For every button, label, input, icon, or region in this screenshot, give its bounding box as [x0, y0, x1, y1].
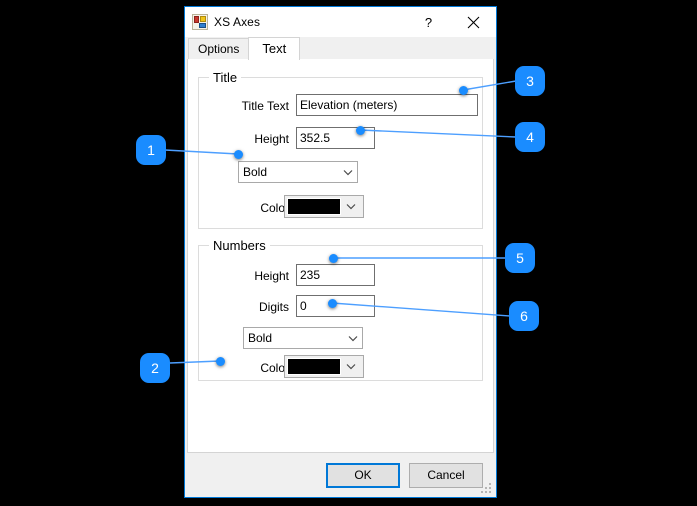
title-groupbox: Title Title Text Height Bold Color: [198, 70, 483, 229]
numbers-groupbox: Numbers Height Digits Bold Color: [198, 238, 483, 381]
tab-panel-text: Title Title Text Height Bold Color: [187, 58, 494, 453]
numbers-height-input[interactable]: [296, 264, 375, 286]
numbers-digits-input[interactable]: [296, 295, 375, 317]
form-window-icon: [192, 14, 208, 30]
dialog-footer: OK Cancel: [185, 453, 496, 497]
annotation-badge-6: 6: [509, 301, 539, 331]
chevron-down-icon: [341, 203, 361, 210]
chevron-down-icon: [341, 363, 361, 370]
tab-strip: Options Text: [185, 37, 496, 60]
annotation-badge-4: 4: [515, 122, 545, 152]
window-title: XS Axes: [214, 15, 261, 29]
window-controls: ?: [406, 7, 496, 37]
annotation-badge-5: 5: [505, 243, 535, 273]
title-height-label: Height: [254, 132, 289, 146]
title-color-combobox[interactable]: [284, 195, 364, 218]
chevron-down-icon: [344, 335, 362, 342]
title-height-input[interactable]: [296, 127, 375, 149]
title-color-label: Color: [260, 201, 289, 215]
close-icon[interactable]: [451, 7, 496, 37]
xs-axes-dialog: XS Axes ? Options Text Title Title Text …: [184, 6, 497, 498]
title-text-label: Title Text: [241, 99, 289, 113]
annotation-badge-3: 3: [515, 66, 545, 96]
cancel-button[interactable]: Cancel: [409, 462, 483, 488]
numbers-height-label: Height: [254, 269, 289, 283]
title-groupbox-legend: Title: [209, 70, 242, 85]
title-color-swatch: [287, 198, 341, 215]
tab-text[interactable]: Text: [248, 37, 301, 60]
window-titlebar: XS Axes ?: [185, 7, 496, 37]
numbers-digits-label: Digits: [258, 300, 289, 314]
title-font-style-combobox[interactable]: Bold: [238, 161, 358, 183]
title-font-style-value: Bold: [243, 165, 268, 179]
ok-button[interactable]: OK: [326, 462, 400, 488]
annotation-badge-2: 2: [140, 353, 170, 383]
numbers-color-swatch: [287, 358, 341, 375]
help-button[interactable]: ?: [406, 7, 451, 37]
chevron-down-icon: [339, 169, 357, 176]
resize-grip-icon[interactable]: [481, 483, 493, 495]
numbers-font-style-value: Bold: [248, 331, 273, 345]
numbers-font-style-combobox[interactable]: Bold: [243, 327, 363, 349]
numbers-color-label: Color: [260, 361, 289, 375]
numbers-groupbox-legend: Numbers: [209, 238, 270, 253]
title-text-input[interactable]: [296, 94, 478, 116]
tab-options[interactable]: Options: [188, 38, 250, 59]
numbers-color-combobox[interactable]: [284, 355, 364, 378]
annotation-badge-1: 1: [136, 135, 166, 165]
